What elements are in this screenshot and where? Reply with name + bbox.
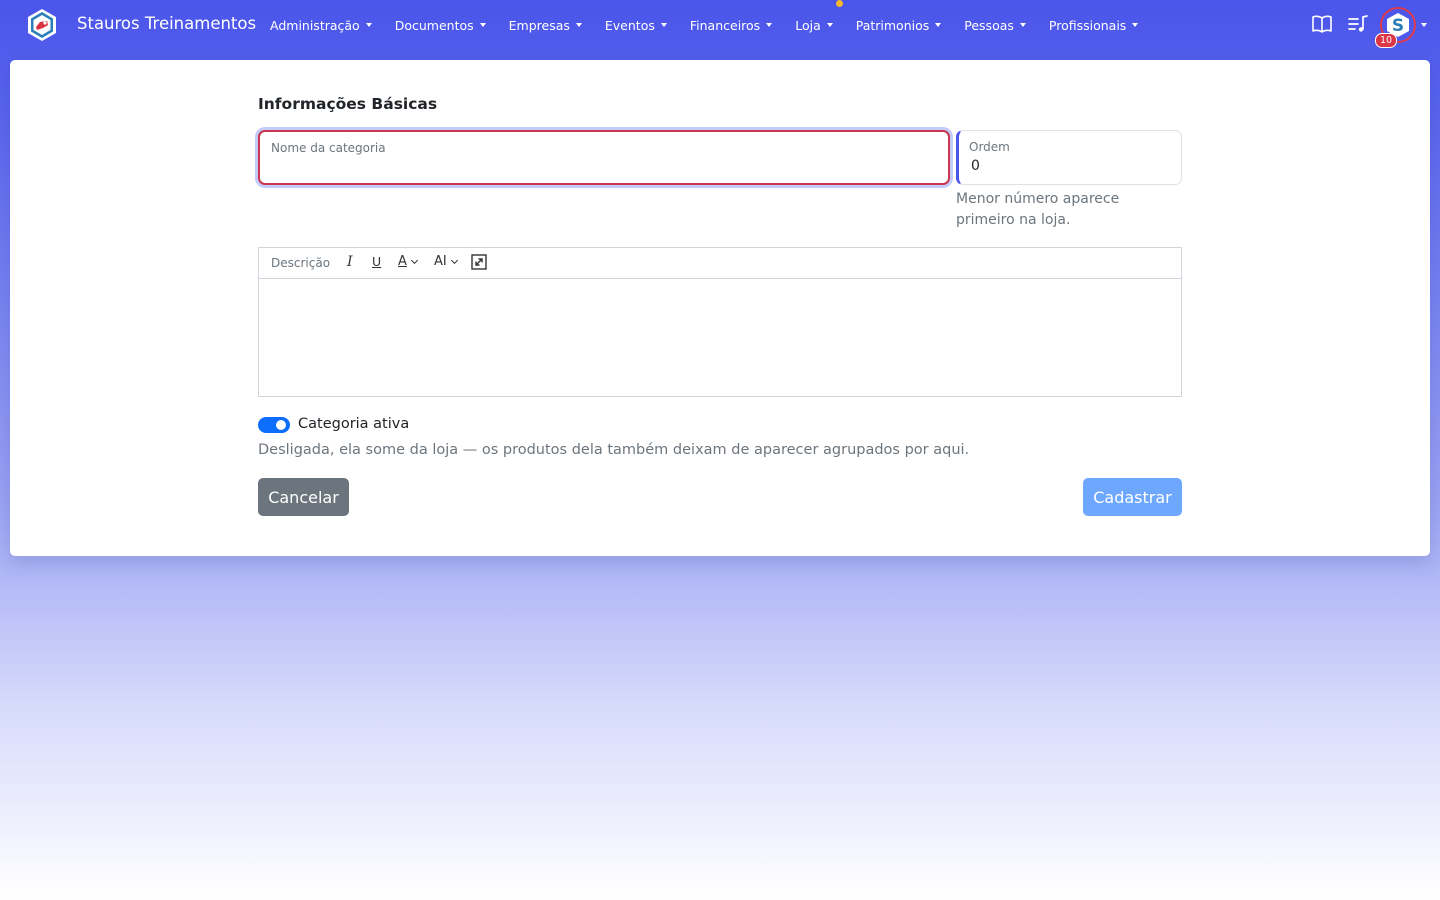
caret-down-icon <box>365 23 372 27</box>
editor-toolbar: Descrição I U A AI <box>259 248 1181 279</box>
chevron-down-icon <box>410 256 418 264</box>
active-help-text: Desligada, ela some da loja — os produto… <box>258 442 970 458</box>
menu-item-financeiros[interactable]: Financeiros <box>690 18 773 33</box>
category-name-label: Nome da categoria <box>271 141 386 155</box>
user-avatar[interactable]: S 10 <box>1375 7 1417 48</box>
caret-down-icon <box>935 23 942 27</box>
caret-down-icon <box>479 23 486 27</box>
editor-body[interactable] <box>259 279 1181 396</box>
menu-item-administracao[interactable]: Administração <box>270 18 372 33</box>
category-name-field[interactable]: Nome da categoria <box>258 130 950 185</box>
order-label: Ordem <box>969 140 1010 154</box>
order-input[interactable] <box>971 158 1171 174</box>
menu-item-patrimonios[interactable]: Patrimonios <box>856 18 942 33</box>
order-field[interactable]: Ordem <box>956 130 1182 185</box>
text-color-icon[interactable]: A <box>398 254 418 269</box>
description-placeholder: Descrição <box>271 256 331 270</box>
menu-item-loja[interactable]: Loja <box>795 0 843 33</box>
toggle-knob <box>276 420 286 430</box>
caret-down-icon <box>766 23 773 27</box>
notification-count-badge: 10 <box>1375 33 1398 48</box>
top-navbar: Stauros Treinamentos Administração Docum… <box>0 0 1440 50</box>
music-list-icon[interactable] <box>1347 14 1369 38</box>
underline-icon[interactable]: U <box>372 254 381 269</box>
menu-item-eventos[interactable]: Eventos <box>605 18 667 33</box>
avatar-caret-icon[interactable] <box>1421 23 1427 27</box>
menu-item-empresas[interactable]: Empresas <box>509 18 582 33</box>
cancel-button[interactable]: Cancelar <box>258 478 349 516</box>
svg-text:S: S <box>1392 16 1404 36</box>
fullscreen-icon[interactable] <box>471 254 487 270</box>
brand-name[interactable]: Stauros Treinamentos <box>77 14 256 33</box>
caret-down-icon <box>1019 23 1026 27</box>
chevron-down-icon <box>450 256 458 264</box>
caret-down-icon <box>826 23 833 27</box>
section-title: Informações Básicas <box>258 95 438 113</box>
order-help-text: Menor número aparece primeiro na loja. <box>956 191 1120 228</box>
form-card: Informações Básicas Nome da categoria Or… <box>10 60 1430 556</box>
brand-logo-icon[interactable] <box>25 8 59 42</box>
menu-item-pessoas[interactable]: Pessoas <box>964 18 1026 33</box>
menu-item-documentos[interactable]: Documentos <box>395 18 486 33</box>
caret-down-icon <box>1132 23 1139 27</box>
category-name-input[interactable] <box>272 159 932 175</box>
menu-item-profissionais[interactable]: Profissionais <box>1049 18 1139 33</box>
active-toggle[interactable] <box>258 417 290 433</box>
italic-icon[interactable]: I <box>347 254 353 270</box>
caret-down-icon <box>660 23 667 27</box>
caret-down-icon <box>575 23 582 27</box>
notification-dot <box>835 0 843 7</box>
font-size-icon[interactable]: AI <box>434 254 458 269</box>
description-editor[interactable]: Descrição I U A AI <box>258 247 1182 397</box>
main-menu: Administração Documentos Empresas Evento… <box>270 0 1161 50</box>
active-toggle-label[interactable]: Categoria ativa <box>298 416 409 432</box>
book-open-icon[interactable] <box>1311 14 1333 38</box>
submit-button[interactable]: Cadastrar <box>1083 478 1182 516</box>
